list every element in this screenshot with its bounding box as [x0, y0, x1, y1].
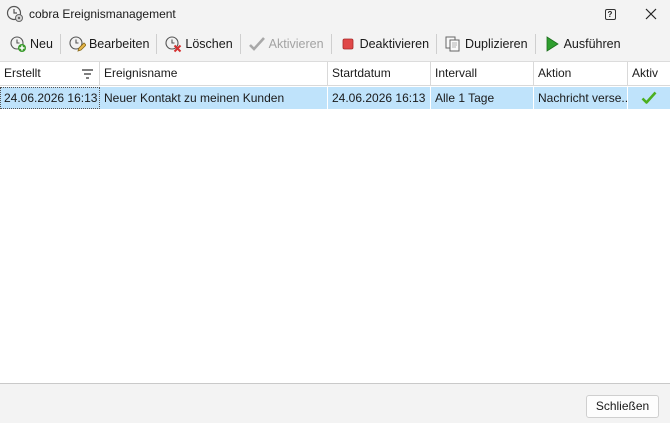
active-checkmark-icon [641, 91, 657, 104]
toolbar-separator [534, 33, 536, 54]
new-label: Neu [30, 36, 53, 51]
column-header-label: Erstellt [4, 66, 41, 80]
toolbar-separator [436, 33, 438, 54]
toolbar: Neu Bearbeiten Löschen Aktivieren Deakti… [0, 29, 670, 58]
edit-event-icon [69, 35, 86, 52]
filter-icon[interactable] [82, 69, 93, 79]
column-header-active[interactable]: Aktiv [628, 62, 670, 86]
toolbar-separator [59, 33, 61, 54]
run-button[interactable]: Ausführen [540, 32, 624, 56]
activate-button[interactable]: Aktivieren [245, 32, 327, 56]
new-event-icon [10, 35, 26, 52]
deactivate-button[interactable]: Deaktivieren [336, 32, 432, 56]
column-header-action[interactable]: Aktion [534, 62, 628, 86]
column-header-start[interactable]: Startdatum [328, 62, 431, 86]
close-icon[interactable] [640, 4, 662, 24]
stop-icon [342, 38, 353, 49]
edit-label: Bearbeiten [88, 36, 150, 51]
cell-name: Neuer Kontakt zu meinen Kunden [100, 87, 328, 109]
new-button[interactable]: Neu [6, 32, 56, 56]
column-header-created[interactable]: Erstellt [0, 62, 100, 86]
edit-button[interactable]: Bearbeiten [65, 32, 152, 56]
duplicate-icon [445, 36, 460, 51]
window-title: cobra Ereignismanagement [29, 7, 176, 21]
close-dialog-button[interactable]: Schließen [586, 395, 659, 418]
help-icon: ? [604, 8, 616, 20]
toolbar-separator [239, 33, 241, 54]
table-row[interactable]: 24.06.2026 16:13 Neuer Kontakt zu meinen… [0, 87, 670, 109]
clock-gear-icon [6, 5, 23, 22]
delete-label: Löschen [185, 36, 233, 51]
delete-button[interactable]: Löschen [161, 32, 235, 56]
cell-created: 24.06.2026 16:13 [0, 87, 100, 109]
play-icon [546, 35, 559, 52]
deactivate-label: Deaktivieren [359, 36, 430, 51]
column-header-interval[interactable]: Intervall [431, 62, 534, 86]
cell-action: Nachricht verse... [534, 87, 628, 109]
checkmark-icon [248, 36, 265, 51]
toolbar-separator [330, 33, 332, 54]
delete-event-icon [165, 35, 182, 52]
cell-interval: Alle 1 Tage [431, 87, 534, 109]
title-bar: cobra Ereignismanagement ? [0, 0, 670, 28]
events-grid[interactable]: Erstellt Ereignisname Startdatum Interva… [0, 61, 670, 383]
duplicate-label: Duplizieren [465, 36, 528, 51]
grid-header: Erstellt Ereignisname Startdatum Interva… [0, 62, 670, 86]
duplicate-button[interactable]: Duplizieren [441, 32, 531, 56]
cell-active [628, 87, 670, 109]
activate-label: Aktivieren [268, 36, 324, 51]
footer-divider [0, 383, 670, 384]
run-label: Ausführen [563, 36, 621, 51]
cell-start: 24.06.2026 16:13 [328, 87, 431, 109]
help-button[interactable]: ? [601, 5, 619, 23]
column-header-name[interactable]: Ereignisname [100, 62, 328, 86]
toolbar-separator [156, 33, 158, 54]
